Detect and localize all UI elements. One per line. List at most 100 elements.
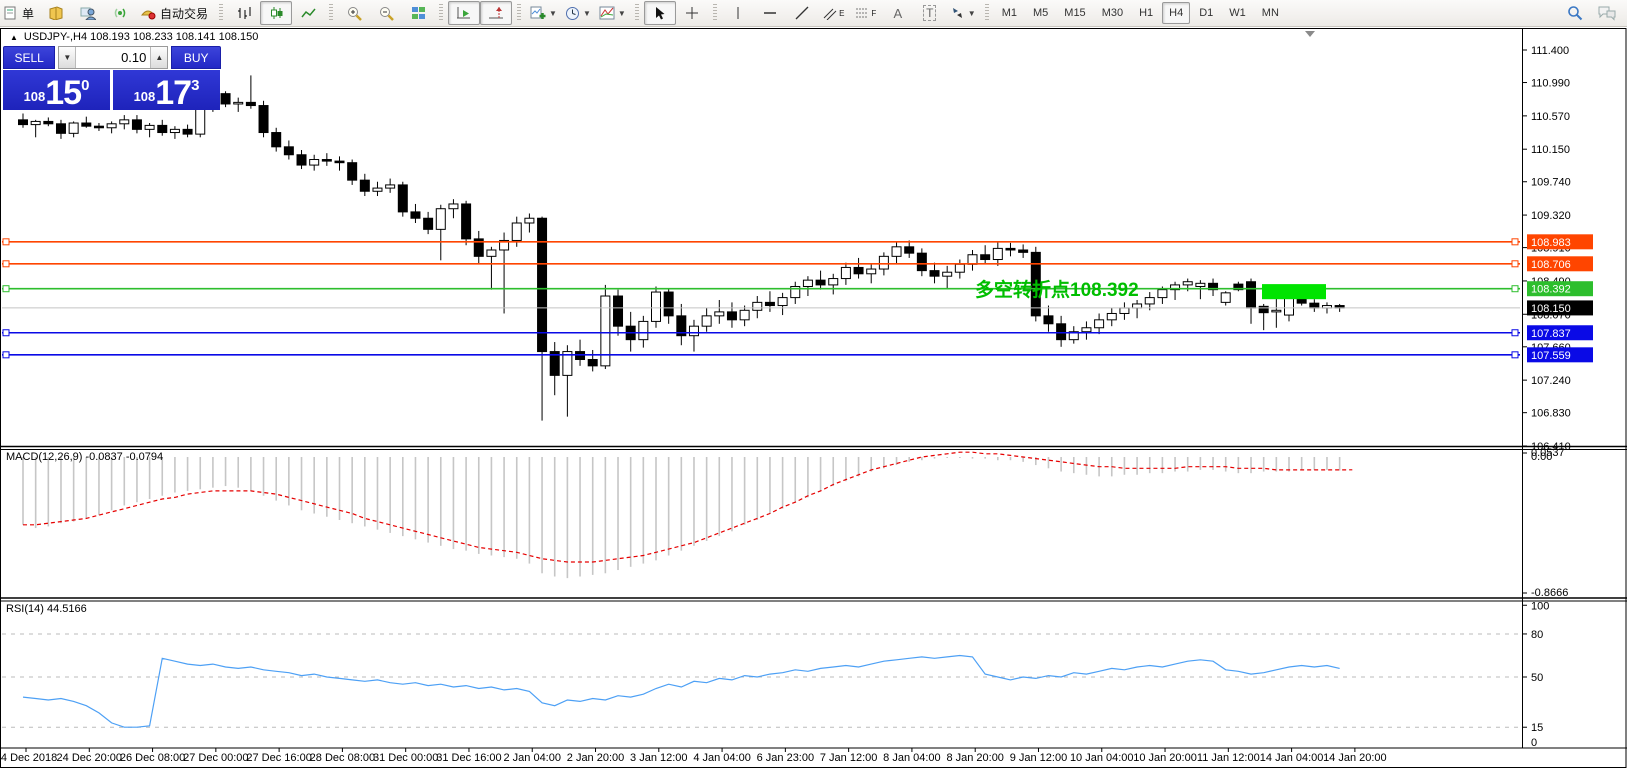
svg-text:8 Jan 04:00: 8 Jan 04:00 [883,752,941,764]
sell-button[interactable]: SELL [3,46,55,69]
channel-letter: E [839,9,844,18]
channel-tool-button[interactable]: E [818,1,850,25]
text-tool-button[interactable]: A [882,1,914,25]
volume-input[interactable] [76,47,150,68]
svg-text:100: 100 [1531,600,1549,612]
fibonacci-tool-button[interactable]: F [850,1,882,25]
collapse-icon[interactable]: ▲ [10,33,18,42]
timeframe-m30-button[interactable]: M30 [1095,2,1130,24]
line-handle [1512,330,1518,336]
autotrade-label: 自动交易 [158,5,210,22]
chevron-down-icon: ▼ [549,9,557,18]
arrows-icon [950,6,965,20]
svg-text:10 Jan 04:00: 10 Jan 04:00 [1070,752,1134,764]
timeframe-h1-button[interactable]: H1 [1132,2,1160,24]
candlestick-chart-button[interactable] [260,1,292,25]
svg-text:108.706: 108.706 [1531,259,1571,271]
chart-title: USDJPY-,H4 108.193 108.233 108.141 108.1… [24,31,258,43]
volume-increase-button[interactable]: ▲ [150,47,167,68]
cursor-tool-button[interactable] [644,1,676,25]
line-handle [1512,239,1518,245]
sell-price-display[interactable]: 108 15 0 [3,70,110,110]
new-order-button[interactable]: 单 [0,1,40,25]
search-icon[interactable] [1567,5,1583,21]
timeframe-m15-button[interactable]: M15 [1057,2,1092,24]
chat-icon[interactable] [1597,5,1617,21]
line-chart-icon [301,6,316,20]
svg-text:11 Jan 12:00: 11 Jan 12:00 [1197,752,1260,764]
svg-text:106.830: 106.830 [1531,408,1571,420]
signals-button[interactable] [104,1,136,25]
svg-text:10 Jan 20:00: 10 Jan 20:00 [1133,752,1197,764]
timeframe-h4-button[interactable]: H4 [1162,2,1190,24]
svg-text:111.400: 111.400 [1531,45,1569,57]
svg-text:26 Dec 08:00: 26 Dec 08:00 [120,752,185,764]
crosshair-tool-button[interactable] [676,1,708,25]
toolbar-grip [635,4,639,22]
svg-text:108.983: 108.983 [1531,237,1571,249]
trendline-tool-button[interactable] [786,1,818,25]
svg-text:15: 15 [1531,722,1543,734]
highlight-rect[interactable] [1262,284,1326,299]
timeframe-d1-button[interactable]: D1 [1192,2,1220,24]
turning-point-annotation[interactable]: 多空转折点108.392 [975,278,1139,301]
horizontal-line-icon [763,6,777,20]
buy-price-prefix: 108 [134,89,156,104]
zoom-out-button[interactable] [370,1,402,25]
zoom-in-button[interactable] [338,1,370,25]
chevron-down-icon: ▼ [618,9,626,18]
line-handle [3,352,9,358]
new-chart-button[interactable]: ▼ [526,1,561,25]
auto-scroll-button[interactable] [448,1,480,25]
svg-text:27 Dec 16:00: 27 Dec 16:00 [246,752,311,764]
sell-price-prefix: 108 [24,89,46,104]
autotrade-button[interactable]: 自动交易 [136,1,214,25]
channel-icon [823,6,837,20]
chart-canvas: 111.400110.990110.570110.150109.740109.3… [0,0,1627,768]
line-chart-button[interactable] [292,1,324,25]
vertical-line-tool-button[interactable] [722,1,754,25]
buy-button[interactable]: BUY [171,46,221,69]
volume-decrease-button[interactable]: ▼ [59,47,76,68]
svg-text:107.837: 107.837 [1531,328,1571,340]
svg-text:109.740: 109.740 [1531,177,1571,189]
indicators-button[interactable]: ▼ [595,1,630,25]
zoom-out-icon [379,6,394,21]
period-button[interactable]: ▼ [561,1,595,25]
svg-text:6 Jan 23:00: 6 Jan 23:00 [757,752,815,764]
vertical-line-icon [733,6,743,20]
buy-price-display[interactable]: 108 17 3 [113,70,220,110]
timeframe-w1-button[interactable]: W1 [1222,2,1253,24]
chevron-down-icon: ▼ [583,9,591,18]
cursor-icon [653,6,666,20]
crosshair-icon [685,6,699,20]
text-label-tool-button[interactable]: T [914,1,946,25]
profiles-button[interactable] [40,1,72,25]
text-tool-icon: A [893,6,902,21]
svg-text:107.240: 107.240 [1531,375,1571,387]
svg-text:14 Jan 20:00: 14 Jan 20:00 [1323,752,1387,764]
buy-price-main: 17 [155,78,191,108]
arrows-tool-button[interactable]: ▼ [946,1,980,25]
market-watch-button[interactable] [72,1,104,25]
timeframe-mn-button[interactable]: MN [1255,2,1286,24]
tile-windows-button[interactable] [402,1,434,25]
svg-text:0.0537: 0.0537 [1531,447,1565,459]
line-handle [3,330,9,336]
chart-shift-button[interactable] [480,1,512,25]
timeframe-m1-button[interactable]: M1 [995,2,1024,24]
horizontal-line-tool-button[interactable] [754,1,786,25]
svg-text:24 Dec 20:00: 24 Dec 20:00 [57,752,122,764]
fibonacci-letter: F [871,9,876,18]
one-click-trading-panel: SELL ▼ ▲ BUY 108 15 0 108 17 3 [3,46,221,110]
toolbar-grip [329,4,333,22]
timeframe-m5-button[interactable]: M5 [1026,2,1055,24]
svg-text:9 Jan 12:00: 9 Jan 12:00 [1010,752,1068,764]
chevron-down-icon: ▼ [968,9,976,18]
svg-text:3 Jan 12:00: 3 Jan 12:00 [630,752,688,764]
svg-text:24 Dec 2018: 24 Dec 2018 [0,752,57,764]
bar-chart-button[interactable] [228,1,260,25]
toolbar-grip [985,4,989,22]
clock-icon [565,6,580,21]
svg-text:8 Jan 20:00: 8 Jan 20:00 [946,752,1004,764]
